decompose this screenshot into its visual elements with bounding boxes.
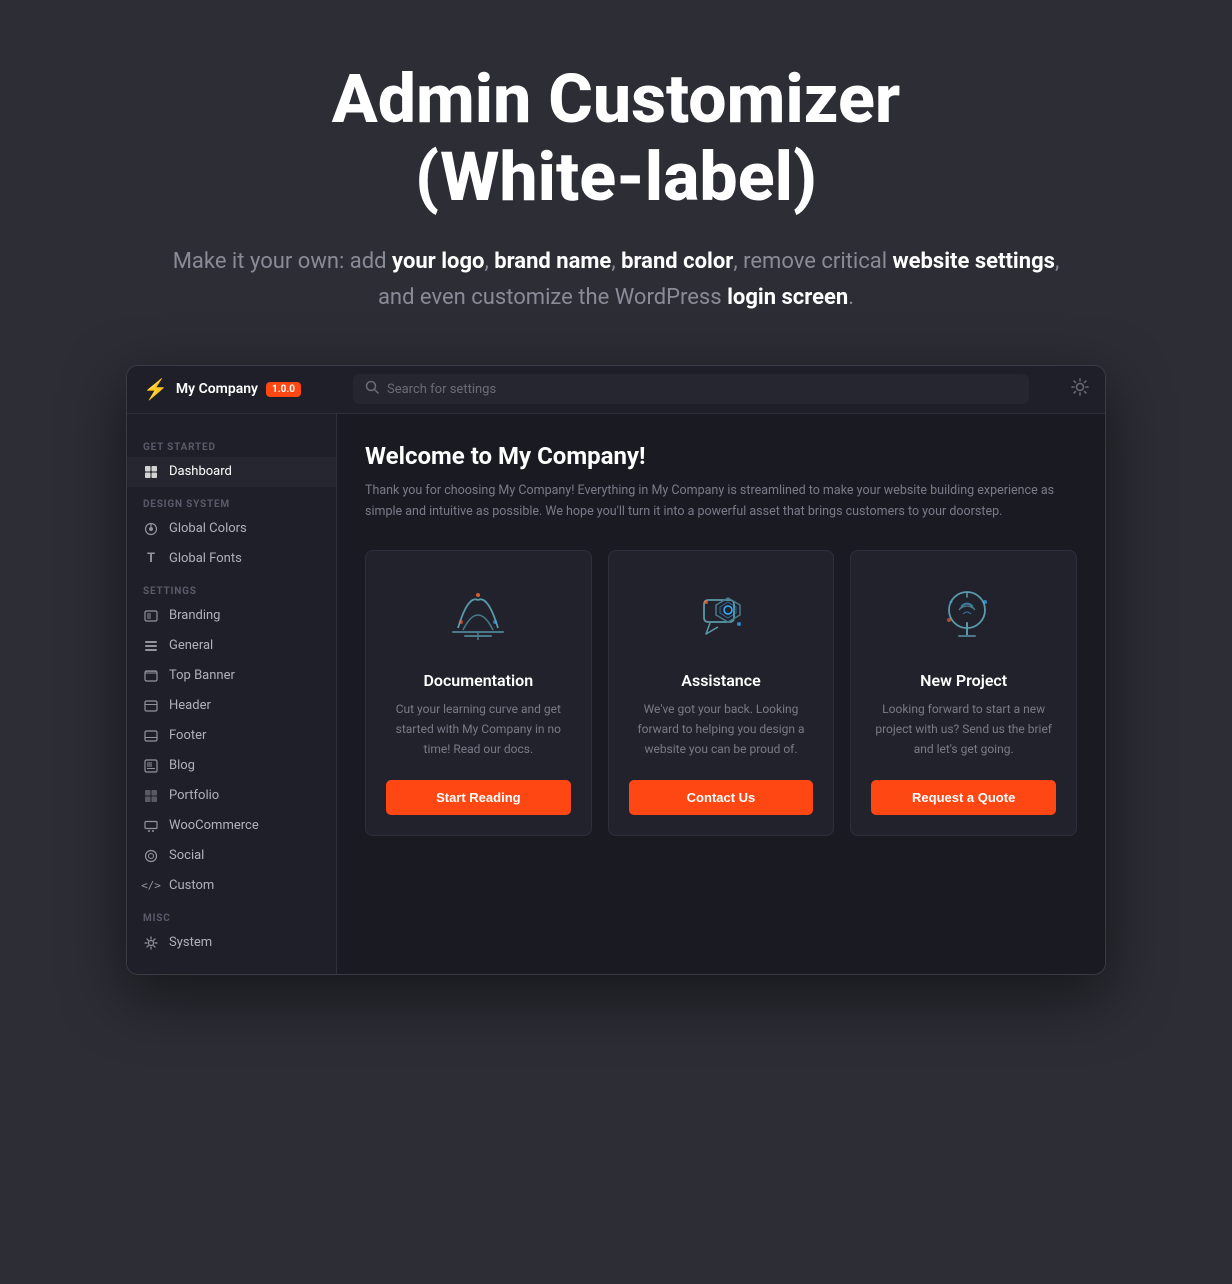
page-header: Admin Customizer(White-label) Make it yo…	[166, 60, 1066, 315]
sidebar-item-top-banner[interactable]: Top Banner	[127, 661, 336, 691]
card-assistance-title: Assistance	[681, 671, 760, 690]
system-icon	[143, 935, 159, 951]
sidebar-item-system[interactable]: System	[127, 928, 336, 958]
sidebar-item-social[interactable]: Social	[127, 841, 336, 871]
sidebar-item-custom-label: Custom	[169, 878, 214, 893]
cards-grid: Documentation Cut your learning curve an…	[365, 550, 1077, 835]
logo-icon: ⚡	[143, 377, 168, 401]
sidebar-item-woocommerce-label: WooCommerce	[169, 818, 259, 833]
general-icon	[143, 638, 159, 654]
sidebar-item-top-banner-label: Top Banner	[169, 668, 235, 683]
card-new-project: New Project Looking forward to start a n…	[850, 550, 1077, 835]
sidebar-item-footer-label: Footer	[169, 728, 206, 743]
card-documentation-desc: Cut your learning curve and get started …	[386, 700, 571, 759]
sidebar-item-social-label: Social	[169, 848, 204, 863]
assistance-icon-area	[681, 575, 761, 655]
global-fonts-icon: T	[143, 551, 159, 567]
version-badge: 1.0.0	[266, 382, 301, 397]
top-banner-icon	[143, 668, 159, 684]
header-icon	[143, 698, 159, 714]
search-bar[interactable]: Search for settings	[353, 374, 1029, 404]
sidebar-section-get-started: GET STARTED	[127, 434, 336, 457]
sidebar-item-dashboard-label: Dashboard	[169, 464, 232, 479]
sidebar-item-global-fonts-label: Global Fonts	[169, 551, 242, 566]
sidebar-item-general[interactable]: General	[127, 631, 336, 661]
sidebar-item-global-colors-label: Global Colors	[169, 521, 247, 536]
card-documentation-title: Documentation	[423, 671, 533, 690]
request-quote-button[interactable]: Request a Quote	[871, 780, 1056, 815]
contact-us-button[interactable]: Contact Us	[629, 780, 814, 815]
app-window: ⚡ My Company 1.0.0 Search for settings	[126, 365, 1106, 975]
card-assistance: Assistance We've got your back. Looking …	[608, 550, 835, 835]
custom-icon: </>	[143, 878, 159, 894]
card-new-project-desc: Looking forward to start a new project w…	[871, 700, 1056, 759]
sidebar-section-settings: SETTINGS	[127, 578, 336, 601]
sidebar-item-global-colors[interactable]: Global Colors	[127, 514, 336, 544]
theme-toggle-icon[interactable]	[1071, 378, 1089, 401]
documentation-icon-area	[438, 575, 518, 655]
sidebar-item-branding-label: Branding	[169, 608, 220, 623]
page-subtitle: Make it your own: add your logo, brand n…	[166, 244, 1066, 314]
blog-icon	[143, 758, 159, 774]
woocommerce-icon	[143, 818, 159, 834]
page-title: Admin Customizer(White-label)	[166, 60, 1066, 216]
sidebar-item-header-label: Header	[169, 698, 211, 713]
search-placeholder: Search for settings	[387, 382, 496, 397]
sidebar-item-portfolio-label: Portfolio	[169, 788, 219, 803]
top-bar-right	[1029, 378, 1089, 401]
sidebar-item-global-fonts[interactable]: T Global Fonts	[127, 544, 336, 574]
search-icon	[365, 380, 379, 398]
welcome-text: Thank you for choosing My Company! Every…	[365, 480, 1065, 523]
sidebar-item-footer[interactable]: Footer	[127, 721, 336, 751]
sidebar-section-design: DESIGN SYSTEM	[127, 491, 336, 514]
portfolio-icon	[143, 788, 159, 804]
card-documentation: Documentation Cut your learning curve an…	[365, 550, 592, 835]
card-assistance-desc: We've got your back. Looking forward to …	[629, 700, 814, 759]
sidebar-item-system-label: System	[169, 935, 212, 950]
sidebar-item-blog-label: Blog	[169, 758, 195, 773]
sidebar-item-general-label: General	[169, 638, 213, 653]
sidebar-item-branding[interactable]: Branding	[127, 601, 336, 631]
content-area: Welcome to My Company! Thank you for cho…	[337, 414, 1105, 974]
main-layout: GET STARTED Dashboard DESIGN SYSTEM	[127, 414, 1105, 974]
top-bar: ⚡ My Company 1.0.0 Search for settings	[127, 366, 1105, 414]
global-colors-icon	[143, 521, 159, 537]
sidebar-section-misc: MISC	[127, 905, 336, 928]
sidebar-item-dashboard[interactable]: Dashboard	[127, 457, 336, 487]
start-reading-button[interactable]: Start Reading	[386, 780, 571, 815]
sidebar-item-woocommerce[interactable]: WooCommerce	[127, 811, 336, 841]
footer-icon	[143, 728, 159, 744]
new-project-icon-area	[924, 575, 1004, 655]
dashboard-icon	[143, 464, 159, 480]
social-icon	[143, 848, 159, 864]
sidebar-item-custom[interactable]: </> Custom	[127, 871, 336, 901]
sidebar: GET STARTED Dashboard DESIGN SYSTEM	[127, 414, 337, 974]
sidebar-item-blog[interactable]: Blog	[127, 751, 336, 781]
logo-area: ⚡ My Company 1.0.0	[143, 377, 353, 401]
welcome-title: Welcome to My Company!	[365, 442, 1077, 470]
logo-text: My Company	[176, 381, 258, 397]
card-new-project-title: New Project	[920, 671, 1007, 690]
sidebar-item-portfolio[interactable]: Portfolio	[127, 781, 336, 811]
sidebar-item-header[interactable]: Header	[127, 691, 336, 721]
branding-icon	[143, 608, 159, 624]
